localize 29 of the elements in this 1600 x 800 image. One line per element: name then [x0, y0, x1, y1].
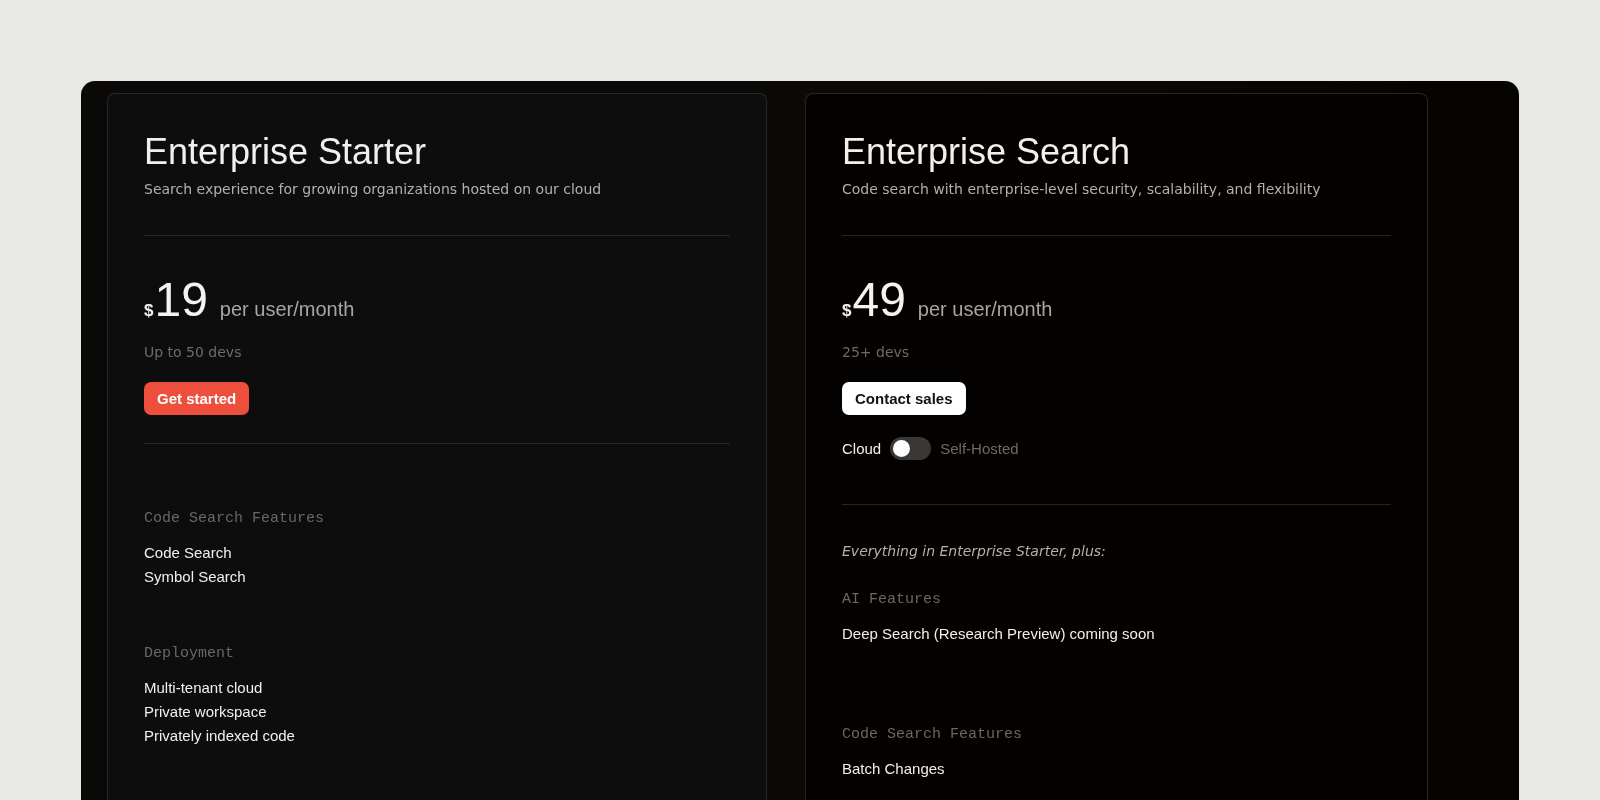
- hosting-option-label: Self-Hosted: [940, 440, 1019, 458]
- price-period: per user/month: [917, 298, 1053, 322]
- seat-limit: Up to 50 devs: [144, 344, 243, 361]
- currency-symbol: $: [842, 301, 852, 322]
- feature-item: Privately indexed code: [144, 726, 296, 747]
- feature-item: Deep Search (Research Preview) coming soon: [842, 624, 1156, 645]
- hosting-option-label: Cloud: [842, 440, 882, 458]
- currency-symbol: $: [144, 301, 154, 322]
- seat-limit: 25+ devs: [842, 344, 911, 361]
- get-started-button[interactable]: Get started: [144, 382, 250, 416]
- contact-sales-button[interactable]: Contact sales: [842, 382, 966, 416]
- feature-item: Batch Changes: [842, 759, 946, 780]
- price-amount: 19: [154, 276, 208, 325]
- feature-item: Multi-tenant cloud: [144, 678, 264, 699]
- plan-description: Code search with enterprise-level security, scalability, and flexibility: [842, 181, 1322, 198]
- feature-section-heading: Code Search Features: [144, 510, 326, 528]
- features-intro: Everything in Enterprise Starter, plus:: [842, 543, 1107, 560]
- plan-description: Search experience for growing organizations hosted on our cloud: [144, 181, 603, 198]
- plan-title: Enterprise Starter: [144, 130, 428, 174]
- price-amount: 49: [852, 276, 906, 325]
- feature-section-heading: Code Search Features: [842, 726, 1024, 744]
- feature-item: Code Search: [144, 543, 233, 564]
- feature-section-heading: AI Features: [842, 591, 943, 609]
- price-period: per user/month: [219, 298, 355, 322]
- feature-section-heading: Deployment: [144, 645, 235, 663]
- feature-item: Symbol Search: [144, 567, 247, 588]
- hosting-toggle[interactable]: [890, 437, 932, 461]
- plan-title: Enterprise Search: [842, 130, 1132, 174]
- feature-item: Private workspace: [144, 702, 268, 723]
